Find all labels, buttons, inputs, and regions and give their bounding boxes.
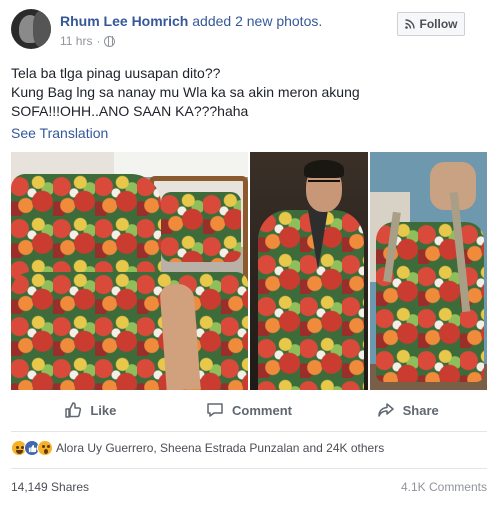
post-header: Rhum Lee Homrich added 2 new photos. <box>60 13 322 29</box>
follow-button[interactable]: Follow <box>397 12 465 36</box>
divider <box>11 431 487 432</box>
globe-icon[interactable] <box>104 35 116 47</box>
see-translation-link[interactable]: See Translation <box>11 125 108 141</box>
share-button[interactable]: Share <box>328 396 487 424</box>
comment-icon <box>206 401 224 419</box>
comment-label: Comment <box>232 402 292 418</box>
reaction-names[interactable]: Alora Uy Guerrero, Sheena Estrada Punzal… <box>56 441 384 455</box>
avatar[interactable] <box>11 9 51 49</box>
photo-grid <box>11 152 487 390</box>
author-name[interactable]: Rhum Lee Homrich <box>60 13 188 29</box>
share-label: Share <box>402 402 439 418</box>
comment-button[interactable]: Comment <box>170 396 329 424</box>
share-arrow-icon <box>377 401 395 419</box>
post-card: Rhum Lee Homrich added 2 new photos. 11 … <box>0 0 498 506</box>
follow-label: Follow <box>419 17 458 31</box>
post-text: Tela ba tlga pinag uusapan dito?? Kung B… <box>11 65 360 119</box>
action-bar: Like Comment Share <box>11 396 487 424</box>
comments-count[interactable]: 4.1K Comments <box>401 480 487 494</box>
photo-bag[interactable] <box>370 152 487 390</box>
meta-separator: · <box>96 34 101 48</box>
reactions-summary[interactable]: Alora Uy Guerrero, Sheena Estrada Punzal… <box>11 440 384 456</box>
rss-icon <box>404 19 415 29</box>
thumbs-up-icon <box>64 401 82 419</box>
timestamp[interactable]: 11 hrs <box>60 34 92 48</box>
wow-icon <box>37 440 53 456</box>
divider <box>11 468 487 469</box>
like-button[interactable]: Like <box>11 396 170 424</box>
shares-count[interactable]: 14,149 Shares <box>11 480 89 494</box>
reaction-icons <box>11 440 53 456</box>
post-meta: 11 hrs · <box>60 34 116 48</box>
post-action-text: added 2 new photos. <box>192 13 323 29</box>
photo-man-jacket[interactable] <box>250 152 368 390</box>
like-label: Like <box>90 402 117 418</box>
photo-sofa[interactable] <box>11 152 248 390</box>
